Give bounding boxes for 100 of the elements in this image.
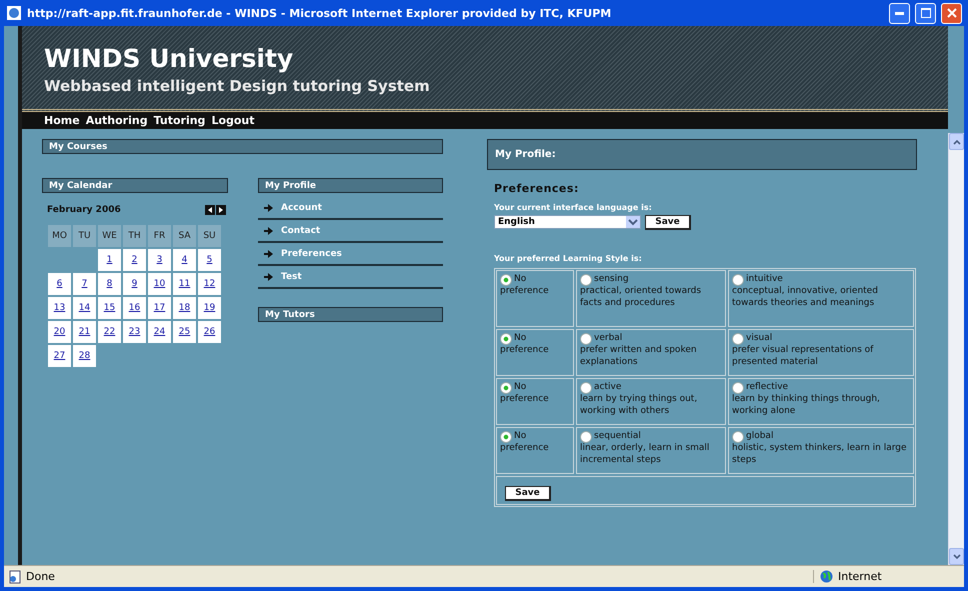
radio-button[interactable] bbox=[500, 274, 512, 286]
day-link[interactable]: 11 bbox=[178, 279, 190, 289]
day-link[interactable]: 12 bbox=[204, 279, 216, 289]
option-description: practical, oriented towards facts and procedures bbox=[580, 286, 702, 309]
day-link[interactable]: 4 bbox=[182, 255, 188, 265]
day-link[interactable]: 5 bbox=[206, 255, 212, 265]
day-link[interactable]: 9 bbox=[132, 279, 138, 289]
radio-button[interactable] bbox=[500, 333, 512, 345]
status-text: Done bbox=[26, 570, 56, 583]
day-link[interactable]: 26 bbox=[204, 327, 216, 337]
day-link[interactable]: 27 bbox=[54, 351, 66, 361]
option-description: preference bbox=[500, 394, 550, 406]
browser-icon bbox=[6, 5, 22, 21]
radio-button[interactable] bbox=[580, 333, 592, 345]
nav-link[interactable]: Logout bbox=[211, 114, 255, 127]
weekday-header: SA bbox=[173, 225, 196, 247]
scrollbar[interactable] bbox=[948, 133, 964, 565]
section-title: Preferences: bbox=[494, 182, 580, 195]
save-button[interactable]: Save bbox=[505, 486, 551, 501]
day-link[interactable]: 15 bbox=[104, 303, 116, 313]
close-button[interactable] bbox=[941, 2, 962, 24]
dropdown-icon bbox=[626, 216, 640, 228]
day-link[interactable]: 19 bbox=[204, 303, 216, 313]
radio-button[interactable] bbox=[732, 431, 744, 443]
option-label: sensing bbox=[594, 274, 629, 286]
style-option[interactable]: visual prefer visual representations of presented material bbox=[728, 329, 914, 376]
minimize-button[interactable] bbox=[889, 2, 910, 24]
day-link[interactable]: 18 bbox=[178, 303, 190, 313]
style-option[interactable]: No preference bbox=[496, 270, 574, 327]
language-select[interactable]: English bbox=[494, 215, 641, 229]
weekday-header: TH bbox=[123, 225, 146, 247]
style-option[interactable]: sensing practical, oriented towards facts and procedures bbox=[576, 270, 726, 327]
style-option[interactable]: sequential linear, orderly, learn in small incremental steps bbox=[576, 427, 726, 474]
nav-link[interactable]: Tutoring bbox=[154, 114, 206, 127]
style-option[interactable]: verbal prefer written and spoken explanations bbox=[576, 329, 726, 376]
option-label: No bbox=[514, 382, 526, 394]
day-link[interactable]: 24 bbox=[154, 327, 166, 337]
style-option[interactable]: intuitive conceptual, innovative, oriented towards theories and meanings bbox=[728, 270, 914, 327]
radio-button[interactable] bbox=[580, 274, 592, 286]
day-link[interactable]: 25 bbox=[178, 327, 190, 337]
day-link[interactable]: 13 bbox=[54, 303, 66, 313]
option-description: preference bbox=[500, 286, 550, 298]
site-title: WINDS University bbox=[44, 44, 294, 73]
radio-button[interactable] bbox=[500, 382, 512, 394]
day-link[interactable]: 14 bbox=[78, 303, 90, 313]
radio-button[interactable] bbox=[732, 333, 744, 345]
nav-link[interactable]: Home bbox=[44, 114, 80, 127]
option-description: learn by trying things out, working with others bbox=[580, 394, 698, 417]
maximize-button[interactable] bbox=[915, 2, 936, 24]
option-label: verbal bbox=[594, 333, 622, 345]
day-link[interactable]: 28 bbox=[78, 351, 90, 361]
style-option[interactable]: No preference bbox=[496, 427, 574, 474]
day-link[interactable]: 7 bbox=[82, 279, 88, 289]
option-label: visual bbox=[746, 333, 772, 345]
style-option[interactable]: No preference bbox=[496, 329, 574, 376]
day-link[interactable]: 16 bbox=[128, 303, 140, 313]
field-label: Your current interface language is: bbox=[494, 203, 653, 212]
calendar-month: February 2006 bbox=[47, 205, 121, 215]
radio-button[interactable] bbox=[732, 382, 744, 394]
scroll-down-icon bbox=[952, 554, 960, 560]
day-link[interactable]: 22 bbox=[104, 327, 116, 337]
radio-button[interactable] bbox=[580, 431, 592, 443]
option-description: holistic, system thinkers, learn in large steps bbox=[732, 443, 908, 466]
day-link[interactable]: 8 bbox=[106, 279, 112, 289]
section-header: My Courses bbox=[42, 139, 443, 154]
radio-button[interactable] bbox=[580, 382, 592, 394]
style-option[interactable]: No preference bbox=[496, 378, 574, 425]
option-description: conceptual, innovative, oriented towards theories and meanings bbox=[732, 286, 879, 309]
radio-button[interactable] bbox=[732, 274, 744, 286]
arrow-icon bbox=[264, 226, 273, 234]
option-label: No bbox=[514, 274, 526, 286]
weekday-header: TU bbox=[73, 225, 96, 247]
day-link[interactable]: 20 bbox=[54, 327, 66, 337]
arrow-icon bbox=[264, 250, 273, 258]
day-link[interactable]: 21 bbox=[78, 327, 90, 337]
window-title: http://raft-app.fit.fraunhofer.de - WINDS - Microsoft Internet Explorer provided by ITC, KFUPM bbox=[27, 6, 612, 20]
nav-link[interactable]: Authoring bbox=[86, 114, 148, 127]
scroll-up-button[interactable] bbox=[949, 133, 964, 150]
day-link[interactable]: 1 bbox=[106, 255, 112, 265]
option-label: reflective bbox=[746, 382, 788, 394]
day-link[interactable]: 2 bbox=[132, 255, 138, 265]
maximize-icon bbox=[920, 8, 930, 18]
day-link[interactable]: 10 bbox=[154, 279, 166, 289]
option-description: prefer written and spoken explanations bbox=[580, 345, 698, 368]
style-option[interactable]: active learn by trying things out, working with others bbox=[576, 378, 726, 425]
option-label: active bbox=[594, 382, 622, 394]
scroll-down-button[interactable] bbox=[949, 548, 964, 565]
style-option[interactable]: reflective learn by thinking things through, working alone bbox=[728, 378, 914, 425]
option-description: learn by thinking things through, working alone bbox=[732, 394, 881, 417]
save-button[interactable]: Save bbox=[645, 215, 691, 230]
option-label: No bbox=[514, 431, 526, 443]
scroll-up-icon bbox=[952, 138, 960, 144]
close-icon bbox=[946, 8, 956, 18]
day-link[interactable]: 17 bbox=[154, 303, 166, 313]
day-link[interactable]: 3 bbox=[156, 255, 162, 265]
day-link[interactable]: 23 bbox=[128, 327, 140, 337]
radio-button[interactable] bbox=[500, 431, 512, 443]
month-nav-icon[interactable] bbox=[205, 205, 226, 215]
day-link[interactable]: 6 bbox=[56, 279, 62, 289]
style-option[interactable]: global holistic, system thinkers, learn in large steps bbox=[728, 427, 914, 474]
